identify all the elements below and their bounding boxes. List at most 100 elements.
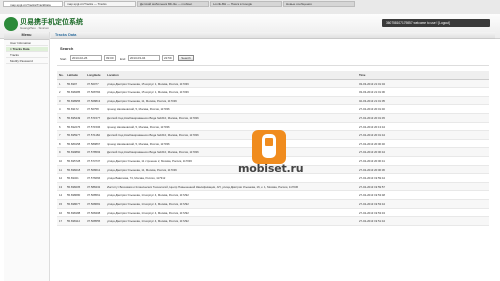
table-header: No. Latitude Longitude Location Time: [57, 71, 489, 80]
table-row[interactable]: 15 55.698677 37.508681 улица Дмитрия Ульяно…: [57, 200, 489, 209]
start-date-input[interactable]: 2013-02-26: [70, 55, 102, 61]
browser-tab[interactable]: Новые сообщения: [283, 1, 355, 7]
table-cell: 55.698205: [67, 184, 81, 189]
table-cell: 55.69321: [67, 176, 79, 181]
table-cell: 37.508408: [87, 210, 101, 215]
table-cell: 55.695728: [67, 159, 81, 163]
table-cell: проезд Нахимовский, 5, Москва, Россия, 1…: [107, 141, 170, 146]
app-subtitle: GuangZhou · Sinicom: [20, 26, 50, 30]
user-info-bar[interactable]: 360758107179857 welcome to use ! [Logout…: [382, 19, 490, 27]
table-cell: 37.571577: [87, 116, 101, 120]
sidebar-item-modify-password[interactable]: Modify Password: [6, 59, 48, 64]
end-date-input[interactable]: 2013-03-04: [128, 55, 160, 61]
table-cell: 27-02-2013 19:53:44: [359, 202, 385, 206]
browser-tab[interactable]: Lovrik-BH — Поиск в Google: [210, 1, 282, 7]
table-cell: 27-02-2013 20:00:44: [359, 150, 385, 155]
table-cell: Детский Сад Комбинированного Вида №1610,…: [107, 133, 199, 138]
table-cell: 37.508561: [87, 193, 101, 198]
table-cell: 9: [59, 150, 61, 155]
table-cell: 27-02-2013 19:59:57: [359, 184, 385, 189]
table-cell: 3: [59, 98, 61, 103]
table-cell: улица Дмитрия Ульянова, 11 строение 2, М…: [107, 159, 192, 163]
table-cell: 7: [59, 133, 61, 138]
table-cell: 10: [59, 159, 63, 163]
browser-tab[interactable]: Детский мобильник Mb-lite — mobiset: [137, 1, 209, 7]
table-cell: 37.508555: [87, 219, 101, 224]
table-cell: 37.508681: [87, 202, 101, 206]
column-header[interactable]: No.: [59, 71, 66, 79]
browser-tab[interactable]: map.spgt.cn/Tracks — Tracks: [64, 1, 136, 7]
table-cell: 37.508784: [87, 90, 101, 95]
column-header[interactable]: Time: [359, 71, 487, 79]
table-cell: 13: [59, 184, 63, 189]
table-row[interactable]: 4 55.69172 37.50758 проезд Нахимовский, 5, …: [57, 105, 489, 114]
divider: [57, 65, 489, 66]
table-cell: 27-02-2013 19:51:44: [359, 219, 385, 224]
table-cell: улица Дмитрия Ульянова, 15 корпус 1, Мос…: [107, 90, 189, 95]
table-cell: 4: [59, 107, 61, 112]
search-title: Search: [60, 46, 74, 51]
table-cell: 27-02-2013 19:59:44: [359, 176, 385, 181]
start-label: Start: [60, 57, 67, 61]
panel-title: Tracks Data: [51, 32, 495, 39]
table-cell: 37.571182: [87, 133, 101, 138]
table-cell: 37.573737: [87, 159, 101, 163]
table-cell: 12: [59, 176, 63, 181]
search-button[interactable]: Search: [178, 55, 194, 61]
table-cell: 55.695977: [67, 133, 81, 138]
sidebar-item-tracks[interactable]: Tracks: [6, 53, 48, 58]
table-cell: 14: [59, 193, 63, 198]
table-cell: 27-02-2013 19:53:43: [359, 210, 385, 215]
table-cell: 55.692276: [67, 124, 81, 129]
table-cell: 55.698680: [67, 193, 81, 198]
table-cell: Детский Сад Комбинированного Вида №1610,…: [107, 116, 199, 120]
sidebar: [4, 32, 50, 281]
table-cell: 37.50758: [87, 107, 99, 112]
table-cell: улица Дмитрия Ульянова, 14 корпус 4, Мос…: [107, 202, 189, 206]
table-cell: 2: [59, 90, 61, 95]
table-cell: 55.6997: [67, 81, 78, 86]
table-row[interactable]: 2 55.698485 37.508784 улица Дмитрия Ульянов…: [57, 88, 489, 97]
column-header[interactable]: Location: [107, 71, 357, 79]
table-cell: 11: [59, 167, 62, 172]
address-bar[interactable]: map.spgt.cn/Tracks/TrackData: [3, 1, 63, 7]
table-cell: 27-02-2013 19:53:48: [359, 193, 385, 198]
table-cell: улица Дмитрия Ульянова, 14 корпус 4, Мос…: [107, 219, 189, 224]
table-row[interactable]: 5 55.695449 37.571577 Детский Сад Комбиниро…: [57, 114, 489, 123]
column-header[interactable]: Longitude: [87, 71, 107, 79]
table-row[interactable]: 16 55.698188 37.508408 улица Дмитрия Ульяно…: [57, 209, 489, 218]
table-cell: 27-02-2013 20:01:45: [359, 116, 385, 120]
table-row[interactable]: 12 55.69321 37.576666 улица Вавилова, 74, М…: [57, 174, 489, 183]
table-cell: 6: [59, 124, 61, 129]
logo-icon: [4, 17, 18, 31]
column-header[interactable]: Latitude: [67, 71, 87, 79]
table-cell: 27-02-2013 20:00:36: [359, 167, 385, 172]
table-cell: 55.698955: [67, 98, 81, 103]
table-cell: улица Дмитрия Ульянова, 11, Москва, Росс…: [107, 98, 177, 103]
table-cell: Институт Биохимии и Клинических Технолог…: [107, 184, 299, 189]
browser-tabs: map.spgt.cn/Tracks — Tracks Детский мобил…: [64, 1, 355, 7]
table-cell: 17: [59, 219, 63, 224]
table-row[interactable]: 3 55.698955 37.508813 улица Дмитрия Ульянов…: [57, 96, 489, 106]
table-cell: 55.695449: [67, 116, 81, 120]
table-cell: 16: [59, 210, 63, 215]
table-cell: 37.588432: [87, 184, 101, 189]
table-row[interactable]: 17 55.698112 37.508555 улица Дмитрия Ульяно…: [57, 217, 489, 226]
sidebar-item-user-information[interactable]: User Infomation: [6, 41, 48, 46]
table-row[interactable]: 13 55.698205 37.588432 Институт Биохимии и …: [57, 182, 489, 192]
start-time-input[interactable]: 09:00: [104, 55, 116, 61]
end-time-input[interactable]: 22:59: [162, 55, 174, 61]
table-cell: 37.589867: [87, 141, 101, 146]
table-cell: 27-02-2013 20:13:44: [359, 124, 385, 129]
sidebar-item-tracks-data[interactable]: > Tracks Data: [6, 47, 48, 52]
table-cell: 02-03-2013 21:01:05: [359, 98, 385, 103]
table-cell: 55.699860: [67, 150, 81, 155]
table-cell: улица Дмитрия Ульянова, 14 корпус 4, Мос…: [107, 210, 189, 215]
table-cell: 27-02-2013 20:01:44: [359, 133, 385, 138]
table-cell: 27-02-2013 20:00:46: [359, 141, 385, 146]
table-cell: улица Дмитрия Ульянова, 15 корпус 1, Мос…: [107, 81, 189, 86]
table-row[interactable]: 1 55.6997 37.50077 улица Дмитрия Ульянова, …: [57, 79, 489, 89]
table-cell: проезд Нахимовский, 5, Москва, Россия, 1…: [107, 124, 170, 129]
table-cell: 03-03-2013 21:01:04: [359, 81, 385, 86]
table-row[interactable]: 14 55.698680 37.508561 улица Дмитрия Ульяно…: [57, 191, 489, 200]
